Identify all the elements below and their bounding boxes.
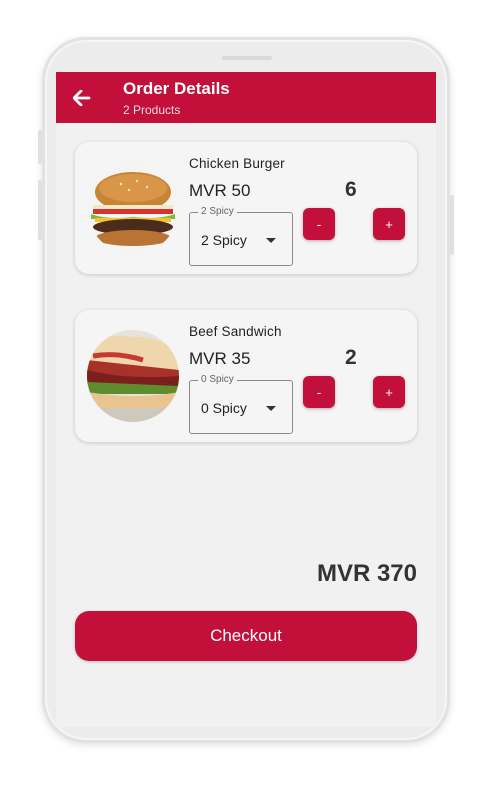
phone-side-button — [38, 180, 42, 240]
item-quantity: 6 — [345, 178, 357, 201]
decrease-quantity-button[interactable]: - — [303, 376, 335, 408]
order-item-card: Beef Sandwich MVR 35 2 0 Spicy 0 Spicy -… — [75, 310, 417, 442]
spicy-level-label: 2 Spicy — [198, 206, 237, 217]
order-total: MVR 370 — [316, 560, 417, 587]
app-screen: Order Details 2 Products Chicken Burger … — [56, 72, 436, 727]
product-count: 2 Products — [123, 103, 181, 117]
phone-side-button — [38, 130, 42, 164]
increase-quantity-button[interactable]: + — [373, 208, 405, 240]
phone-speaker — [222, 56, 272, 60]
back-button[interactable] — [68, 84, 96, 112]
app-bar: Order Details 2 Products — [56, 72, 436, 123]
checkout-button[interactable]: Checkout — [75, 611, 417, 661]
item-price: MVR 35 — [189, 349, 251, 368]
order-item-card: Chicken Burger MVR 50 6 2 Spicy 2 Spicy … — [75, 142, 417, 274]
beef-sandwich-image — [87, 330, 179, 422]
phone-side-button — [450, 195, 454, 255]
page-title: Order Details — [123, 79, 230, 98]
caret-down-icon — [266, 406, 276, 411]
item-quantity: 2 — [345, 346, 357, 369]
item-price: MVR 50 — [189, 181, 251, 200]
increase-quantity-button[interactable]: + — [373, 376, 405, 408]
item-name: Chicken Burger — [189, 156, 285, 171]
spicy-level-select[interactable]: 2 Spicy 2 Spicy — [189, 206, 293, 266]
decrease-quantity-button[interactable]: - — [303, 208, 335, 240]
spicy-level-value: 0 Spicy — [201, 400, 247, 416]
spicy-level-label: 0 Spicy — [198, 374, 237, 385]
spicy-level-select[interactable]: 0 Spicy 0 Spicy — [189, 374, 293, 434]
item-name: Beef Sandwich — [189, 324, 282, 339]
arrow-left-icon — [73, 90, 91, 106]
caret-down-icon — [266, 238, 276, 243]
chicken-burger-image — [87, 162, 179, 254]
spicy-level-value: 2 Spicy — [201, 232, 247, 248]
